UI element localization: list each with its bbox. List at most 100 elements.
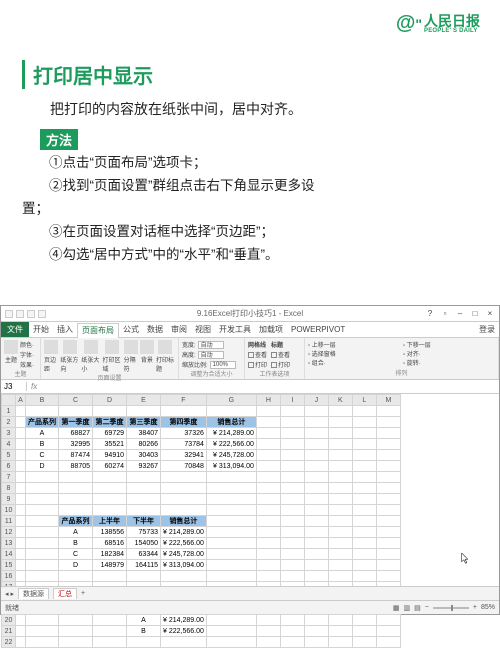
cell[interactable] [304, 527, 328, 538]
page-setup-button[interactable]: 背景 [140, 340, 154, 373]
cell[interactable] [280, 417, 304, 428]
cell[interactable] [352, 516, 376, 527]
cell[interactable] [328, 417, 352, 428]
cell[interactable]: A [59, 527, 93, 538]
cell[interactable] [256, 527, 280, 538]
cell[interactable] [59, 626, 93, 637]
cell[interactable] [376, 527, 400, 538]
cell[interactable] [16, 527, 26, 538]
row-header[interactable]: 8 [2, 483, 16, 494]
ribbon-tab[interactable]: 数据 [143, 322, 167, 337]
cell[interactable] [304, 626, 328, 637]
cell[interactable]: 第二季度 [93, 417, 127, 428]
cell[interactable] [280, 472, 304, 483]
col-header[interactable] [2, 395, 16, 406]
cell[interactable]: 销售总计 [206, 417, 256, 428]
cell[interactable]: 产品系列 [59, 516, 93, 527]
col-header[interactable]: E [127, 395, 161, 406]
fx-icon[interactable]: fx [27, 382, 41, 391]
cell[interactable] [26, 527, 59, 538]
row-header[interactable]: 2 [2, 417, 16, 428]
cell[interactable] [16, 494, 26, 505]
cell[interactable] [59, 571, 93, 582]
ribbon-tab[interactable]: 页面布局 [77, 323, 119, 338]
cell[interactable] [280, 549, 304, 560]
cell[interactable] [26, 483, 59, 494]
qat-excel-icon[interactable] [5, 310, 13, 318]
cell[interactable]: ¥ 245,728.00 [206, 450, 256, 461]
cell[interactable] [328, 560, 352, 571]
cell[interactable] [93, 483, 127, 494]
cell[interactable] [304, 494, 328, 505]
cell[interactable] [280, 406, 304, 417]
cell[interactable] [93, 505, 127, 516]
cell[interactable] [26, 472, 59, 483]
cell[interactable] [352, 428, 376, 439]
zoom-percent[interactable]: 85% [481, 604, 495, 611]
cell[interactable] [376, 571, 400, 582]
cell[interactable] [328, 637, 352, 648]
cell[interactable] [352, 549, 376, 560]
cell[interactable]: D [59, 560, 93, 571]
cell[interactable] [26, 571, 59, 582]
qat-redo-icon[interactable] [38, 310, 46, 318]
colors-button[interactable]: 颜色· [20, 340, 34, 349]
fonts-button[interactable]: 字体· [20, 350, 34, 359]
cell[interactable] [352, 527, 376, 538]
cell[interactable] [256, 428, 280, 439]
cell[interactable]: 94910 [93, 450, 127, 461]
cell[interactable] [352, 571, 376, 582]
col-header[interactable]: G [206, 395, 256, 406]
scale-row[interactable]: 缩放比例:100% [182, 360, 241, 369]
name-box[interactable]: J3 [1, 382, 27, 391]
cell[interactable] [256, 406, 280, 417]
cell[interactable] [16, 571, 26, 582]
cell[interactable] [206, 549, 256, 560]
cell[interactable] [280, 439, 304, 450]
cell[interactable] [206, 472, 256, 483]
cell[interactable]: ¥ 214,289.00 [206, 428, 256, 439]
cell[interactable] [328, 461, 352, 472]
minimize-button[interactable]: – [453, 309, 467, 319]
cell[interactable] [304, 461, 328, 472]
cell[interactable] [352, 505, 376, 516]
cell[interactable]: 69729 [93, 428, 127, 439]
col-header[interactable]: L [352, 395, 376, 406]
cell[interactable] [16, 637, 26, 648]
row-header[interactable]: 21 [2, 626, 16, 637]
cell[interactable] [352, 472, 376, 483]
cell[interactable] [352, 494, 376, 505]
cell[interactable] [256, 637, 280, 648]
cell[interactable] [256, 494, 280, 505]
cell[interactable]: ¥ 313,094.00 [206, 461, 256, 472]
cell[interactable] [206, 571, 256, 582]
cell[interactable] [16, 417, 26, 428]
row-header[interactable]: 1 [2, 406, 16, 417]
cell[interactable] [328, 439, 352, 450]
cell[interactable]: 164115 [127, 560, 161, 571]
cell[interactable] [256, 461, 280, 472]
cell[interactable]: ¥ 214,289.00 [161, 615, 207, 626]
view-break-icon[interactable]: ▤ [414, 604, 421, 612]
cell[interactable] [328, 527, 352, 538]
row-header[interactable]: 11 [2, 516, 16, 527]
cell[interactable] [304, 450, 328, 461]
cell[interactable] [328, 472, 352, 483]
cell[interactable]: D [26, 461, 59, 472]
cell[interactable] [161, 494, 207, 505]
col-header[interactable]: F [161, 395, 207, 406]
effects-button[interactable]: 效果· [20, 360, 34, 369]
scale-row[interactable]: 高度:自动 [182, 350, 241, 359]
row-header[interactable]: 22 [2, 637, 16, 648]
col-header[interactable]: J [304, 395, 328, 406]
cell[interactable] [280, 560, 304, 571]
cell[interactable] [352, 461, 376, 472]
cell[interactable] [376, 560, 400, 571]
cell[interactable] [16, 483, 26, 494]
cell[interactable]: 32995 [59, 439, 93, 450]
cell[interactable] [93, 615, 127, 626]
cell[interactable] [328, 450, 352, 461]
cell[interactable] [328, 428, 352, 439]
cell[interactable] [16, 450, 26, 461]
cell[interactable]: 88705 [59, 461, 93, 472]
